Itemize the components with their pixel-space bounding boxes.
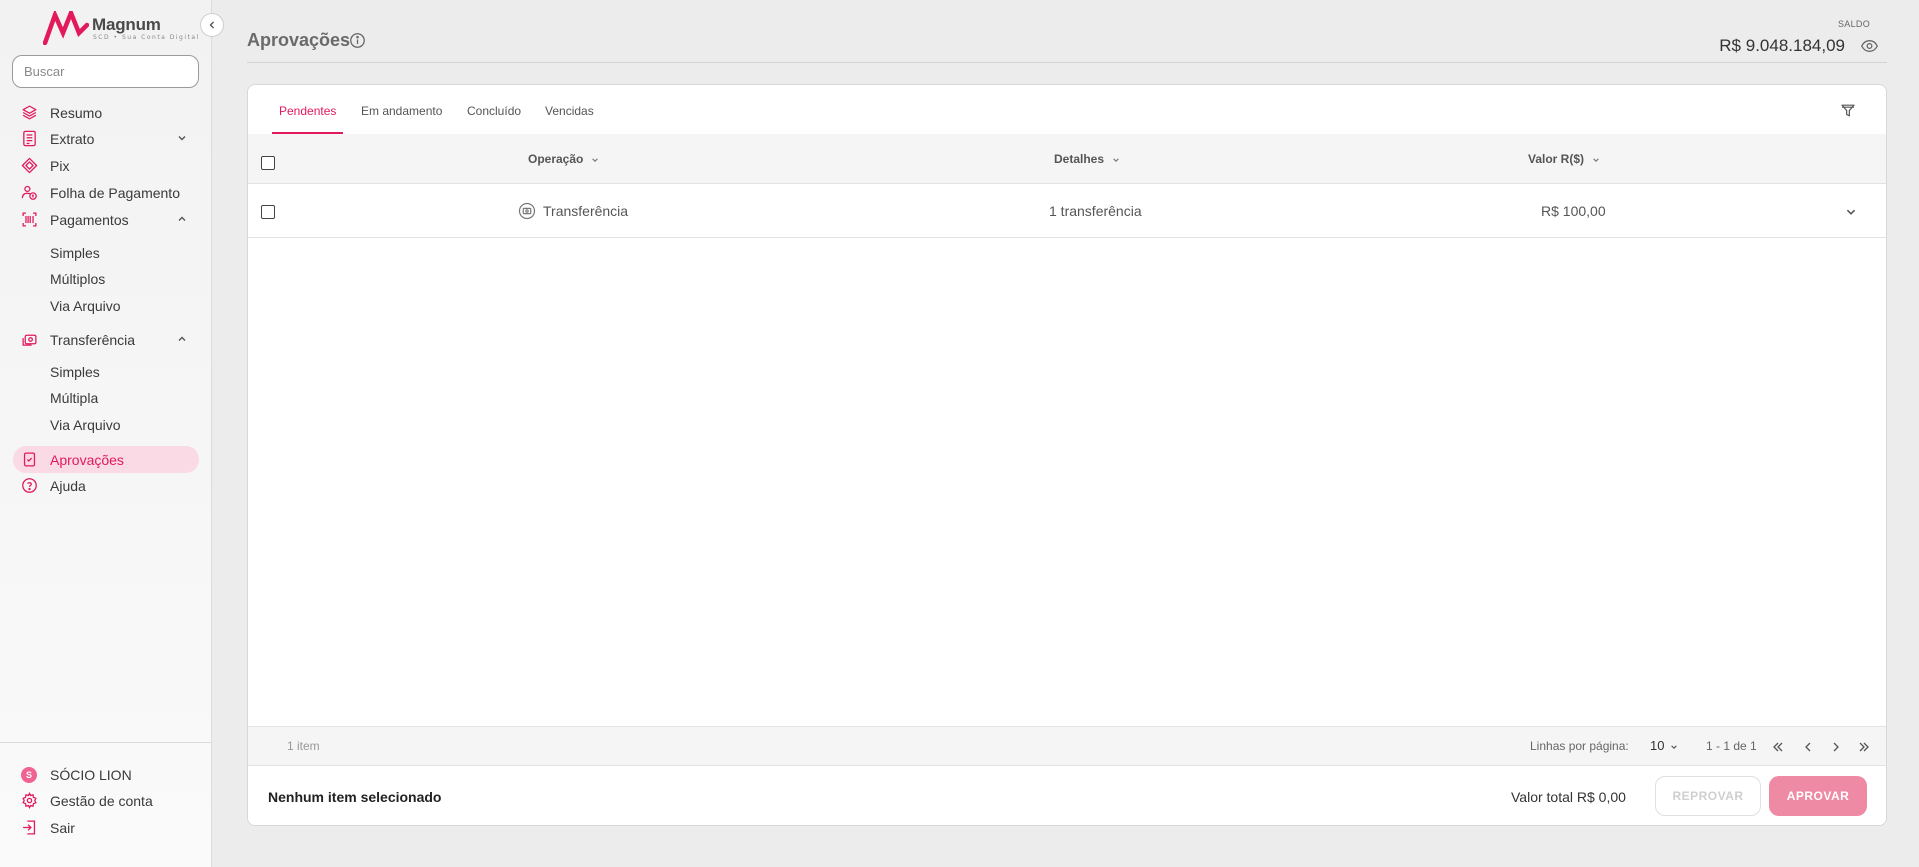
header-divider — [247, 62, 1887, 63]
sidebar-item-pix[interactable]: Pix — [13, 153, 199, 178]
sidebar-item-folha-de-pagamento[interactable]: Folha de Pagamento — [13, 180, 199, 205]
sidebar-collapse-button[interactable] — [200, 13, 224, 37]
sidebar-item-resumo[interactable]: Resumo — [13, 100, 199, 125]
user-name: SÓCIO LION — [50, 766, 132, 783]
user-profile[interactable]: S SÓCIO LION — [13, 762, 199, 787]
help-icon — [20, 477, 38, 495]
sidebar-divider — [0, 742, 212, 743]
chevron-down-icon[interactable] — [177, 133, 187, 143]
filter-icon[interactable] — [1840, 102, 1856, 119]
sidebar-item-label: Resumo — [50, 104, 103, 121]
table-footer: 1 item Linhas por página: 10 1 - 1 de 1 — [248, 726, 1886, 766]
last-page-icon[interactable] — [1857, 740, 1871, 754]
sidebar-subitem-pagamentos-via-arquivo[interactable]: Via Arquivo — [50, 296, 121, 316]
sidebar-item-label: Aprovações — [50, 451, 124, 468]
column-header-valor[interactable]: Valor R($) — [1528, 152, 1600, 166]
sidebar-item-label: Extrato — [50, 130, 95, 147]
sidebar-item-gestao-de-conta[interactable]: Gestão de conta — [13, 788, 199, 813]
brand-name: Magnum — [92, 15, 161, 34]
avatar-wrapper: S — [20, 766, 38, 784]
selection-status: Nenhum item selecionado — [268, 789, 442, 805]
tab-pendentes[interactable]: Pendentes — [279, 101, 336, 133]
sidebar-item-sair[interactable]: Sair — [13, 815, 199, 840]
chevron-down-icon — [1113, 158, 1119, 162]
action-bar: Nenhum item selecionado Valor total R$ 0… — [248, 766, 1886, 825]
document-list-icon — [20, 130, 38, 148]
sidebar-item-extrato[interactable]: Extrato — [13, 126, 199, 151]
barcode-icon — [20, 211, 38, 229]
transfer-icon — [20, 331, 38, 349]
sidebar-item-label: Folha de Pagamento — [50, 184, 180, 201]
saldo-label: SALDO — [1837, 19, 1870, 29]
approval-doc-icon — [20, 451, 38, 469]
rows-per-page-label: Linhas por página: — [1530, 739, 1629, 753]
rows-per-page-select[interactable]: 10 — [1650, 738, 1678, 753]
brand-subtitle: SCD • Sua Conta Digital — [93, 34, 200, 41]
sidebar-item-label: Pix — [50, 157, 70, 174]
info-icon[interactable] — [349, 32, 366, 49]
first-page-icon[interactable] — [1771, 740, 1785, 754]
table-header: Operação Detalhes Valor R($) — [248, 134, 1886, 184]
transfer-cycle-icon — [518, 202, 536, 220]
table-row[interactable]: Transferência 1 transferência R$ 100,00 — [248, 185, 1886, 238]
sidebar-item-ajuda[interactable]: Ajuda — [13, 473, 199, 498]
chevron-down-icon[interactable] — [1845, 206, 1857, 218]
column-header-detalhes[interactable]: Detalhes — [1054, 152, 1120, 166]
chevron-left-icon — [209, 21, 214, 29]
sidebar-item-label: Sair — [50, 819, 75, 836]
saldo-value: R$ 9.048.184,09 — [1719, 36, 1845, 55]
column-header-operacao[interactable]: Operação — [528, 152, 599, 166]
sidebar-subitem-pagamentos-simples[interactable]: Simples — [50, 243, 100, 263]
chevron-down-icon — [1593, 158, 1599, 162]
sidebar-item-label: Ajuda — [50, 477, 86, 494]
item-count: 1 item — [287, 739, 320, 753]
column-header-label: Valor R($) — [1528, 152, 1585, 166]
layers-icon — [20, 104, 38, 122]
sidebar-item-label: Transferência — [50, 331, 136, 348]
chevron-up-icon[interactable] — [177, 334, 187, 344]
chevron-down-icon — [592, 158, 599, 162]
select-all-checkbox[interactable] — [261, 156, 275, 170]
aprovar-button[interactable]: APROVAR — [1769, 776, 1867, 816]
page-title: Aprovações — [247, 30, 351, 50]
brand-logo[interactable]: Magnum SCD • Sua Conta Digital — [43, 11, 198, 45]
chevron-up-icon[interactable] — [177, 214, 187, 224]
magnum-logo-icon — [43, 11, 89, 45]
sidebar-item-label: Gestão de conta — [50, 792, 153, 809]
sidebar-item-pagamentos[interactable]: Pagamentos — [13, 207, 199, 232]
cell-valor: R$ 100,00 — [1541, 203, 1606, 219]
tab-vencidas[interactable]: Vencidas — [545, 101, 594, 133]
avatar: S — [21, 766, 37, 783]
sidebar-subitem-pagamentos-multiplos[interactable]: Múltiplos — [50, 269, 105, 289]
eye-icon[interactable] — [1861, 39, 1878, 53]
cell-detalhes: 1 transferência — [1049, 203, 1142, 219]
row-checkbox[interactable] — [261, 205, 275, 219]
page-range: 1 - 1 de 1 — [1706, 739, 1757, 753]
column-header-label: Detalhes — [1054, 152, 1105, 166]
logout-icon — [20, 819, 38, 837]
tab-concluido[interactable]: Concluído — [467, 101, 521, 133]
sidebar-item-transferencia[interactable]: Transferência — [13, 327, 199, 352]
reprovar-button[interactable]: REPROVAR — [1655, 776, 1761, 816]
sidebar-subitem-transferencia-via-arquivo[interactable]: Via Arquivo — [50, 415, 121, 435]
sidebar-item-label: Pagamentos — [50, 211, 129, 228]
tab-em-andamento[interactable]: Em andamento — [361, 101, 442, 133]
gear-icon — [20, 792, 38, 810]
sidebar: Magnum SCD • Sua Conta Digital Resumo Ex… — [0, 0, 212, 867]
sidebar-subitem-transferencia-simples[interactable]: Simples — [50, 362, 100, 382]
cell-operacao: Transferência — [543, 203, 629, 219]
chevron-down-icon — [1671, 744, 1677, 749]
total-value: Valor total R$ 0,00 — [1511, 789, 1626, 805]
sidebar-subitem-transferencia-multipla[interactable]: Múltipla — [50, 388, 98, 408]
sidebar-item-aprovacoes[interactable]: Aprovações — [13, 446, 199, 473]
approvals-card: Pendentes Em andamento Concluído Vencida… — [247, 84, 1887, 826]
search-input[interactable] — [12, 55, 199, 88]
pix-icon — [20, 157, 38, 175]
next-page-icon[interactable] — [1829, 740, 1843, 754]
column-header-label: Operação — [528, 152, 584, 166]
previous-page-icon[interactable] — [1801, 740, 1815, 754]
people-money-icon — [20, 184, 38, 202]
rows-per-page-value: 10 — [1650, 738, 1665, 753]
